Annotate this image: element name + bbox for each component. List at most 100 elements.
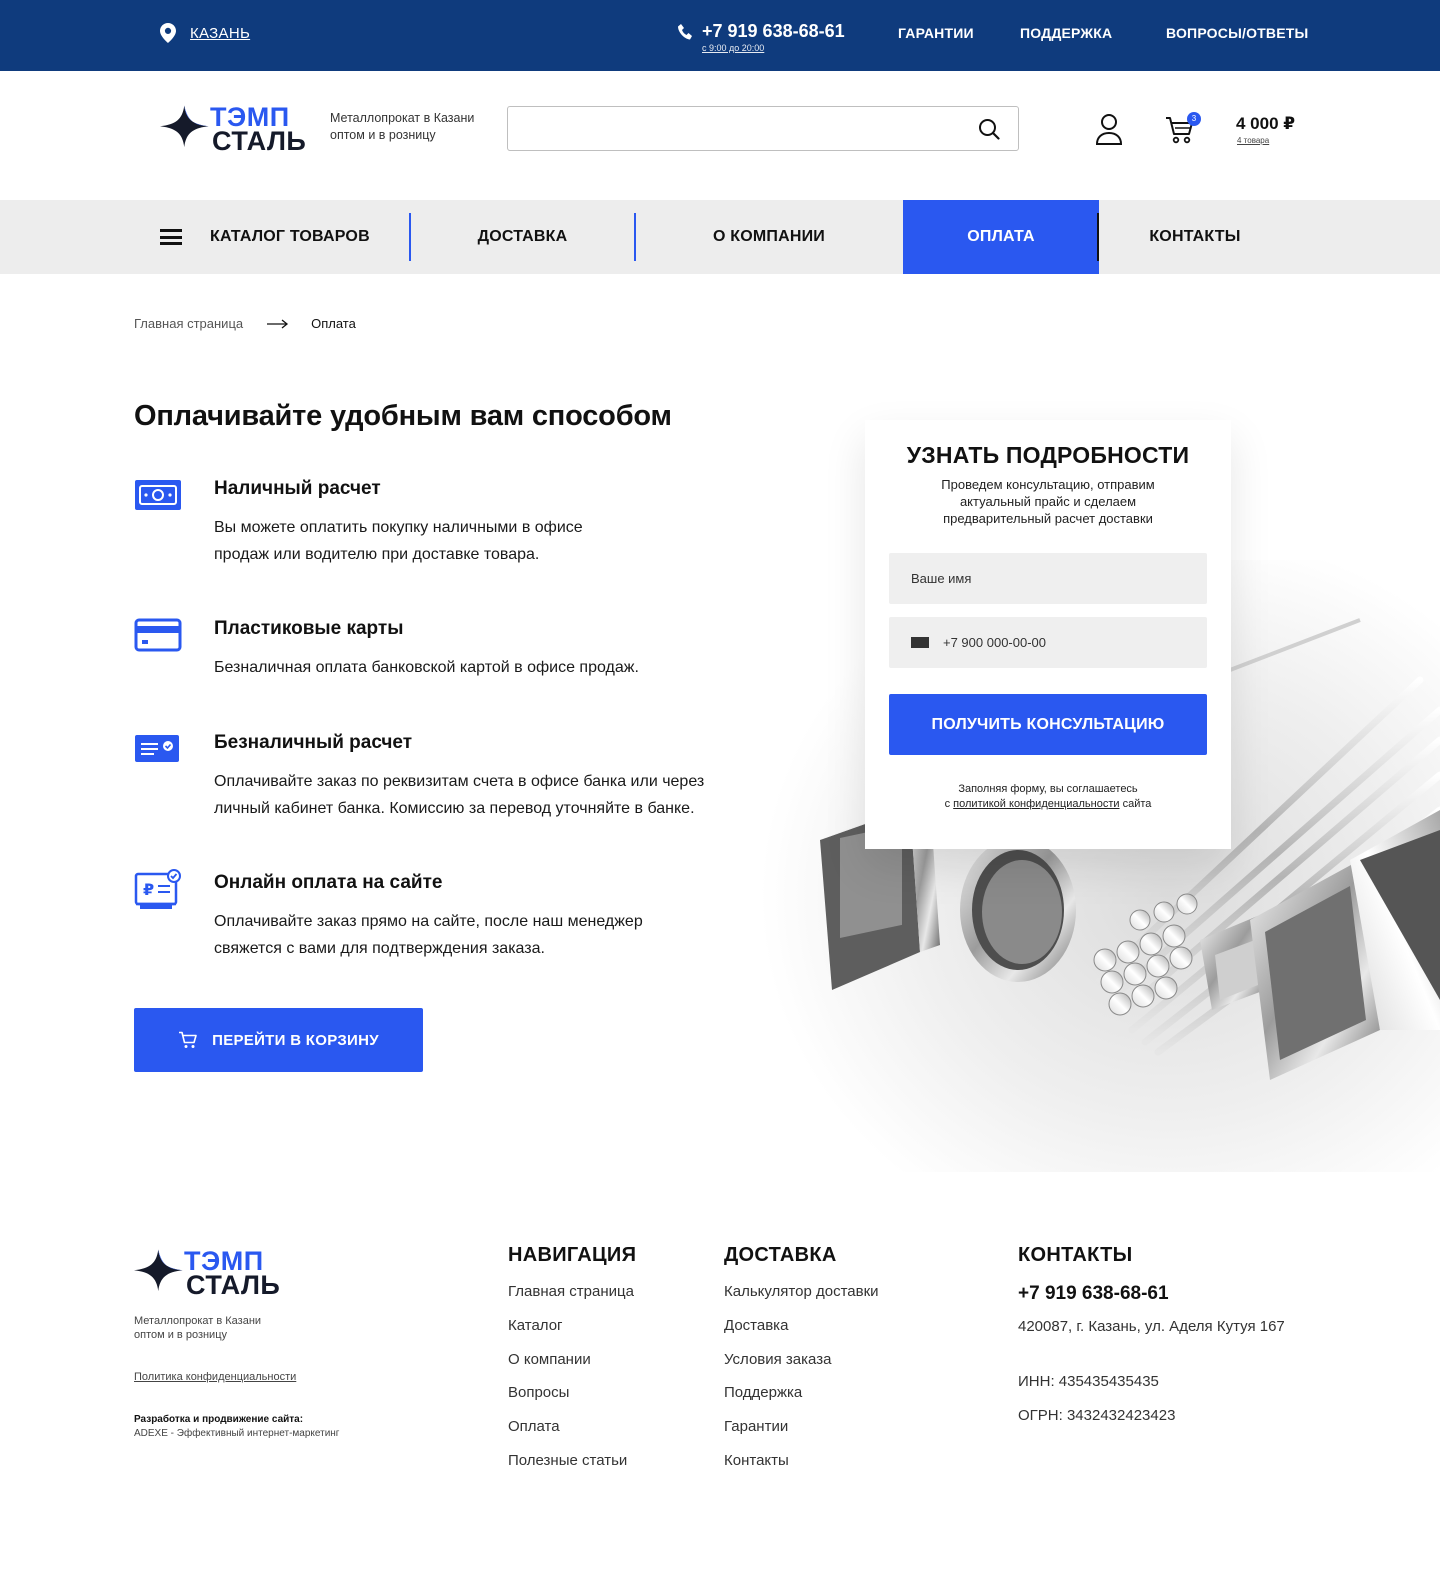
list-item: Полезные статьи (508, 1452, 634, 1486)
footer-link-support[interactable]: Поддержка (724, 1384, 802, 1401)
tagline-line-1: Металлопрокат в Казани (330, 111, 475, 125)
payment-method-title: Пластиковые карты (214, 618, 404, 639)
breadcrumb-home[interactable]: Главная страница (134, 316, 243, 331)
logo-text-bottom: СТАЛЬ (212, 126, 307, 156)
list-item: О компании (508, 1351, 634, 1385)
arrow-right-icon (267, 318, 289, 329)
cart-total[interactable]: 4 000 ₽ (1236, 114, 1295, 134)
location-pin-icon (160, 23, 176, 43)
payment-method-description: Оплачивайте заказ прямо на сайте, после … (214, 913, 643, 957)
header-tagline: Металлопрокат в Казани оптом и в розницу (330, 110, 474, 144)
card-icon (134, 618, 182, 652)
tagline-line-2: оптом и в розницу (330, 128, 436, 142)
privacy-note-line-1: Заполняя форму, вы соглашаетесь (958, 783, 1138, 795)
footer-link-catalog[interactable]: Каталог (508, 1317, 563, 1334)
footer-developer-link[interactable]: ADEXE - Эффективный интернет-маркетинг (134, 1428, 339, 1439)
search-icon[interactable] (978, 118, 1000, 140)
go-to-cart-label: ПЕРЕЙТИ В КОРЗИНУ (212, 1031, 379, 1049)
top-link-support[interactable]: ПОДДЕРЖКА (1020, 25, 1112, 41)
cash-icon (135, 480, 181, 510)
name-field-placeholder: Ваше имя (911, 571, 972, 586)
name-field[interactable]: Ваше имя (889, 553, 1207, 604)
logo-text-bottom: СТАЛЬ (186, 1270, 281, 1300)
top-phone-block: +7 919 638-68-61 с 9:00 до 20:00 (678, 21, 845, 53)
site-logo[interactable]: ТЭМП СТАЛЬ (160, 102, 310, 156)
tagline-line-1: Металлопрокат в Казани (134, 1315, 262, 1327)
nav-catalog[interactable]: КАТАЛОГ ТОВАРОВ (160, 200, 408, 274)
nav-catalog-label: КАТАЛОГ ТОВАРОВ (210, 228, 370, 245)
consultation-form: УЗНАТЬ ПОДРОБНОСТИ Проведем консультацию… (865, 420, 1231, 849)
list-item: Вопросы (508, 1384, 634, 1418)
list-item: Поддержка (724, 1384, 879, 1418)
cart-items-count[interactable]: 4 товара (1237, 136, 1269, 145)
phone-field[interactable]: +7 900 000-00-00 (889, 617, 1207, 668)
payment-method-title: Наличный расчет (214, 478, 381, 499)
nav-about[interactable]: О КОМПАНИИ (636, 200, 902, 274)
search-box[interactable] (507, 106, 1019, 151)
phone-field-placeholder: +7 900 000-00-00 (943, 635, 1047, 650)
list-item: Каталог (508, 1317, 634, 1351)
form-subtitle: Проведем консультацию, отправим актуальн… (941, 477, 1155, 526)
top-phone-link[interactable]: +7 919 638-68-61 (702, 21, 845, 42)
tagline-line-2: оптом и в розницу (134, 1329, 228, 1341)
svg-text:₽: ₽ (143, 880, 154, 899)
logo-star-icon (134, 1249, 183, 1292)
footer-link-order-terms[interactable]: Условия заказа (724, 1351, 831, 1368)
working-hours: с 9:00 до 20:00 (702, 43, 765, 53)
bank-transfer-icon (135, 735, 179, 762)
payment-method-description: Безналичная оплата банковской картой в о… (214, 659, 639, 676)
privacy-note-suffix: сайта (1122, 798, 1152, 810)
top-bar: КАЗАНЬ +7 919 638-68-61 с 9:00 до 20:00 … (0, 0, 1440, 71)
nav-contacts[interactable]: КОНТАКТЫ (1099, 200, 1291, 274)
nav-payment[interactable]: ОПЛАТА (903, 200, 1099, 274)
list-item: Доставка (724, 1317, 879, 1351)
footer-link-contacts[interactable]: Контакты (724, 1452, 789, 1469)
user-account-icon[interactable] (1095, 113, 1123, 145)
cart-icon (179, 1031, 197, 1048)
form-privacy-note: Заполняя форму, вы соглашаетесь с полити… (865, 782, 1231, 812)
country-flag-icon[interactable] (911, 637, 929, 648)
footer-privacy-policy-link[interactable]: Политика конфиденциальности (134, 1371, 296, 1383)
list-item: Главная страница (508, 1283, 634, 1317)
breadcrumb: Главная страница Оплата (134, 316, 356, 331)
search-input[interactable] (508, 107, 948, 150)
privacy-note-prefix: с (944, 798, 951, 810)
logo-star-icon (160, 105, 209, 148)
footer-link-about[interactable]: О компании (508, 1351, 591, 1368)
footer-contacts-title: КОНТАКТЫ (1018, 1244, 1133, 1266)
footer-link-articles[interactable]: Полезные статьи (508, 1452, 627, 1469)
footer-phone-link[interactable]: +7 919 638-68-61 (1018, 1283, 1169, 1305)
payment-method-title: Онлайн оплата на сайте (214, 872, 443, 893)
footer-address: 420087, г. Казань, ул. Аделя Кутуя 167 (1018, 1318, 1285, 1335)
payment-method-description: Вы можете оплатить покупку наличными в о… (214, 519, 583, 563)
list-item: Гарантии (724, 1418, 879, 1452)
cart-count-badge: 3 (1187, 112, 1201, 126)
footer-link-home[interactable]: Главная страница (508, 1283, 634, 1300)
get-consultation-button[interactable]: ПОЛУЧИТЬ КОНСУЛЬТАЦИЮ (889, 694, 1207, 755)
payment-method-description: Оплачивайте заказ по реквизитам счета в … (214, 773, 705, 817)
city-selector[interactable]: КАЗАНЬ (160, 23, 250, 43)
footer-ogrn: ОГРН: 3432432423423 (1018, 1407, 1176, 1424)
nav-delivery[interactable]: ДОСТАВКА (411, 200, 634, 274)
main-navigation: КАТАЛОГ ТОВАРОВ ДОСТАВКА О КОМПАНИИ ОПЛА… (0, 200, 1440, 274)
footer-logo[interactable]: ТЭМП СТАЛЬ (134, 1246, 284, 1300)
footer-tagline: Металлопрокат в Казани оптом и в розницу (134, 1314, 261, 1342)
footer-link-delivery[interactable]: Доставка (724, 1317, 788, 1334)
page-title: Оплачивайте удобным вам способом (134, 400, 672, 432)
footer-developer-title: Разработка и продвижение сайта: (134, 1414, 304, 1425)
list-item: Оплата (508, 1418, 634, 1452)
footer-link-faq[interactable]: Вопросы (508, 1384, 569, 1401)
footer-inn: ИНН: 435435435435 (1018, 1373, 1159, 1390)
footer-link-payment[interactable]: Оплата (508, 1418, 560, 1435)
privacy-policy-link[interactable]: политикой конфиденциальности (953, 798, 1119, 810)
footer-delivery-list: Калькулятор доставки Доставка Условия за… (724, 1283, 879, 1486)
top-link-faq[interactable]: ВОПРОСЫ/ОТВЕТЫ (1166, 25, 1308, 41)
footer-link-delivery-calculator[interactable]: Калькулятор доставки (724, 1283, 879, 1300)
footer-link-guarantees[interactable]: Гарантии (724, 1418, 788, 1435)
go-to-cart-button[interactable]: ПЕРЕЙТИ В КОРЗИНУ (134, 1008, 423, 1072)
top-link-guarantees[interactable]: ГАРАНТИИ (898, 25, 974, 41)
footer-nav-title: НАВИГАЦИЯ (508, 1244, 637, 1266)
city-name: КАЗАНЬ (190, 24, 251, 42)
payment-method-title: Безналичный расчет (214, 732, 413, 753)
menu-icon (160, 229, 182, 245)
